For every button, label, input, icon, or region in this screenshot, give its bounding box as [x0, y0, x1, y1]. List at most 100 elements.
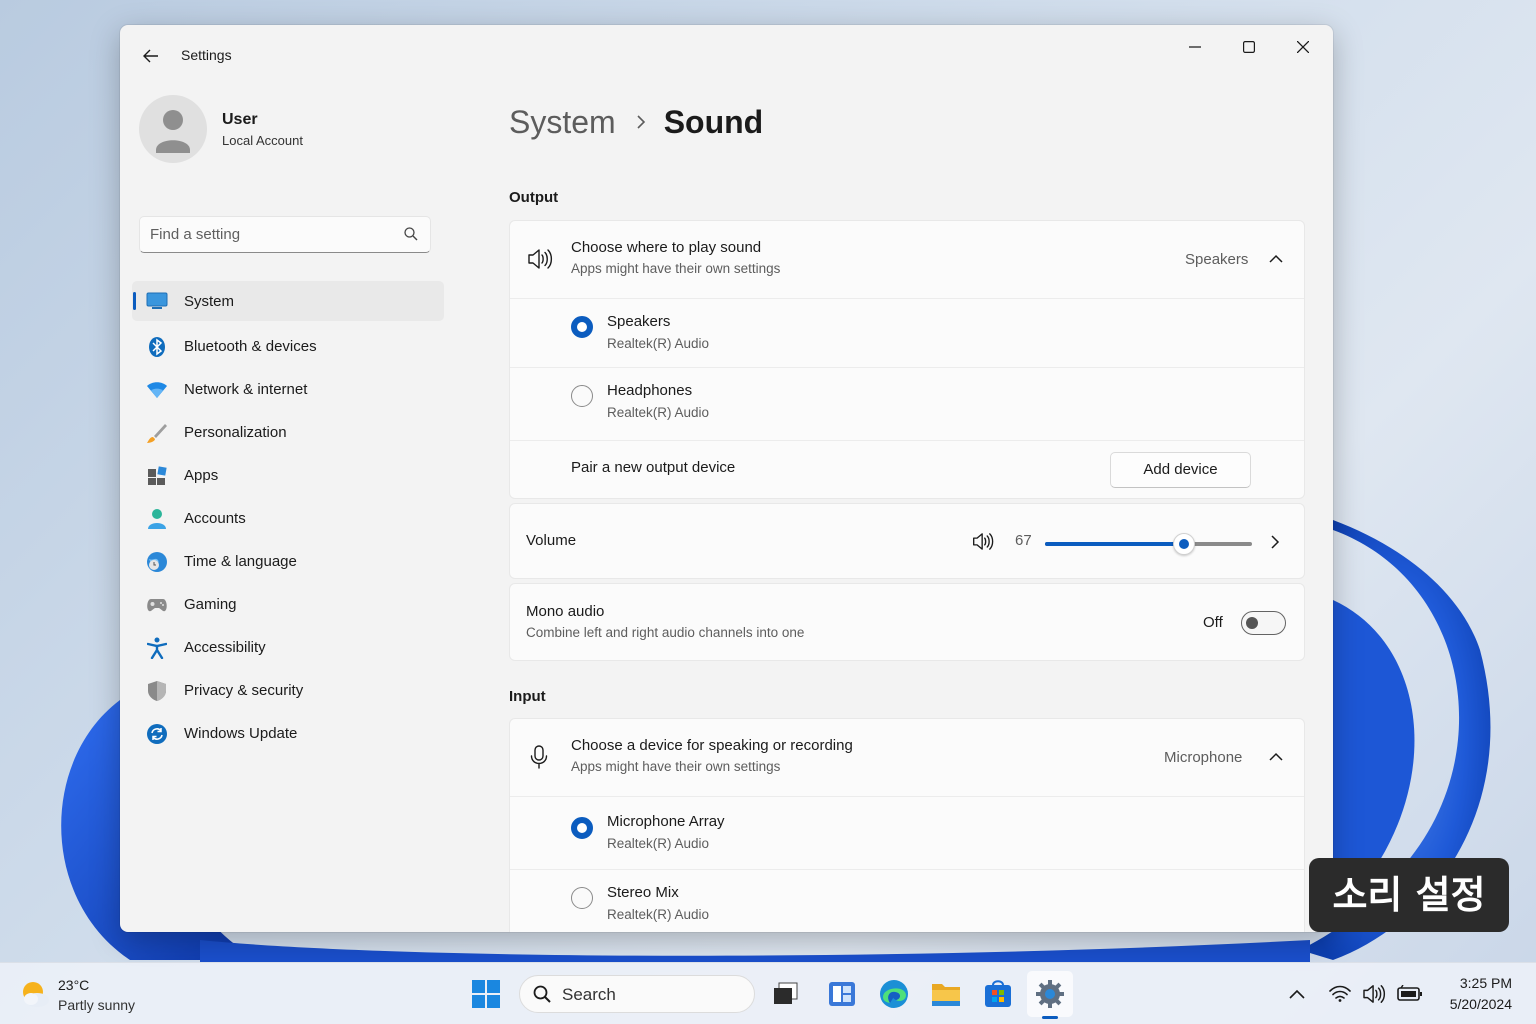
breadcrumb: System Sound — [509, 100, 763, 144]
volume-slider[interactable] — [1045, 533, 1252, 555]
sidebar-item-label: System — [184, 292, 235, 310]
minimize-button[interactable] — [1168, 33, 1222, 61]
battery-icon[interactable] — [1397, 985, 1423, 1002]
search-input[interactable] — [150, 217, 390, 252]
volume-icon[interactable] — [972, 532, 994, 551]
sidebar-item-privacy[interactable]: Privacy & security — [132, 669, 444, 712]
sidebar-item-label: Privacy & security — [184, 682, 304, 699]
sidebar-item-label: Network & internet — [184, 381, 308, 398]
sidebar-item-system[interactable]: System — [132, 281, 444, 321]
avatar[interactable] — [139, 95, 207, 163]
chevron-up-icon[interactable] — [1289, 989, 1305, 999]
close-icon — [1297, 41, 1309, 53]
volume-icon[interactable] — [1362, 984, 1386, 1004]
settings-search[interactable] — [139, 216, 431, 253]
maximize-button[interactable] — [1222, 33, 1276, 61]
volume-card: Volume 67 — [509, 503, 1305, 579]
globe-clock-icon — [146, 551, 168, 573]
chevron-right-icon[interactable] — [1271, 535, 1280, 549]
device-name: Microphone Array — [607, 813, 725, 830]
sidebar-item-bluetooth[interactable]: Bluetooth & devices — [132, 325, 444, 368]
divider — [510, 440, 1304, 441]
output-heading: Output — [509, 189, 559, 206]
add-device-button[interactable]: Add device — [1110, 452, 1251, 488]
taskbar: 23°C Partly sunny Search 3:25 PM 5/20/20… — [0, 962, 1536, 1024]
search-icon — [533, 985, 551, 1003]
sidebar-nav: System Bluetooth & devices Network & int… — [132, 281, 444, 755]
chevron-right-icon — [636, 115, 646, 129]
stereo-mix-radio[interactable] — [571, 887, 593, 909]
mono-audio-card: Mono audio Combine left and right audio … — [509, 583, 1305, 661]
breadcrumb-system[interactable]: System — [509, 104, 616, 141]
chevron-up-icon[interactable] — [1269, 254, 1283, 263]
start-button[interactable] — [463, 971, 509, 1017]
taskbar-search-label: Search — [562, 985, 616, 1004]
widgets-button[interactable] — [819, 971, 865, 1017]
active-app-indicator — [1042, 1016, 1058, 1019]
sidebar-item-label: Accessibility — [184, 639, 266, 656]
sidebar-item-time-language[interactable]: Time & language — [132, 540, 444, 583]
microphone-icon — [530, 745, 548, 769]
account-type: Local Account — [222, 133, 303, 148]
weather-temp: 23°C — [58, 977, 90, 993]
edge-button[interactable] — [871, 971, 917, 1017]
output-device-option[interactable]: Headphones Realtek(R) Audio — [510, 368, 1304, 440]
device-driver: Realtek(R) Audio — [607, 836, 710, 851]
minimize-icon — [1189, 46, 1201, 48]
wifi-icon — [146, 379, 168, 401]
sidebar-item-label: Personalization — [184, 424, 287, 441]
gamepad-icon — [146, 594, 168, 616]
accessibility-icon — [146, 637, 168, 659]
back-button[interactable] — [138, 43, 164, 69]
device-name: Headphones — [607, 382, 693, 399]
sidebar-item-label: Windows Update — [184, 725, 298, 742]
mono-audio-toggle[interactable] — [1241, 611, 1286, 635]
chevron-up-icon[interactable] — [1269, 752, 1283, 761]
output-device-expander[interactable]: Choose where to play sound Apps might ha… — [510, 221, 1304, 298]
microphone-array-radio[interactable] — [571, 817, 593, 839]
clock-date[interactable]: 5/20/2024 — [1450, 996, 1512, 1012]
clock-time[interactable]: 3:25 PM — [1460, 975, 1512, 991]
volume-slider-thumb[interactable] — [1172, 533, 1195, 555]
bluetooth-icon — [146, 336, 168, 358]
output-device-option[interactable]: Speakers Realtek(R) Audio — [510, 299, 1304, 367]
search-icon[interactable] — [404, 227, 418, 241]
user-avatar-icon — [156, 110, 190, 153]
wifi-icon[interactable] — [1329, 985, 1351, 1002]
input-device-option[interactable]: Stereo Mix Realtek(R) Audio — [510, 870, 1304, 932]
output-choose-subtitle: Apps might have their own settings — [571, 261, 781, 276]
sidebar-item-gaming[interactable]: Gaming — [132, 583, 444, 626]
task-view-button[interactable] — [763, 971, 809, 1017]
settings-taskbar-button[interactable] — [1027, 971, 1073, 1019]
device-driver: Realtek(R) Audio — [607, 405, 710, 420]
store-button[interactable] — [975, 971, 1021, 1017]
apps-icon — [146, 465, 168, 487]
title-bar: Settings — [120, 25, 1333, 85]
input-device-expander[interactable]: Choose a device for speaking or recordin… — [510, 719, 1304, 796]
input-heading: Input — [509, 688, 546, 705]
sidebar-item-personalization[interactable]: Personalization — [132, 411, 444, 454]
input-device-option[interactable]: Microphone Array Realtek(R) Audio — [510, 797, 1304, 869]
device-name: Speakers — [607, 313, 671, 330]
settings-icon — [1036, 980, 1064, 1008]
sidebar-item-network[interactable]: Network & internet — [132, 368, 444, 411]
sidebar-item-accounts[interactable]: Accounts — [132, 497, 444, 540]
volume-label: Volume — [526, 532, 577, 549]
input-selected-device: Microphone — [1164, 749, 1243, 766]
headphones-radio[interactable] — [571, 385, 593, 407]
user-name: User — [222, 111, 258, 128]
widgets-icon — [829, 982, 855, 1006]
sidebar-item-apps[interactable]: Apps — [132, 454, 444, 497]
volume-slider-fill — [1045, 542, 1184, 546]
device-driver: Realtek(R) Audio — [607, 336, 710, 351]
sidebar-item-accessibility[interactable]: Accessibility — [132, 626, 444, 669]
file-explorer-button[interactable] — [923, 971, 969, 1017]
close-button[interactable] — [1276, 33, 1330, 61]
pair-device-label: Pair a new output device — [571, 459, 736, 476]
mono-audio-title: Mono audio — [526, 603, 605, 620]
sidebar-item-windows-update[interactable]: Windows Update — [132, 712, 444, 755]
taskbar-search[interactable]: Search — [519, 975, 755, 1013]
speakers-radio[interactable] — [571, 316, 593, 338]
brush-icon — [146, 422, 168, 444]
mono-audio-state: Off — [1203, 614, 1223, 631]
